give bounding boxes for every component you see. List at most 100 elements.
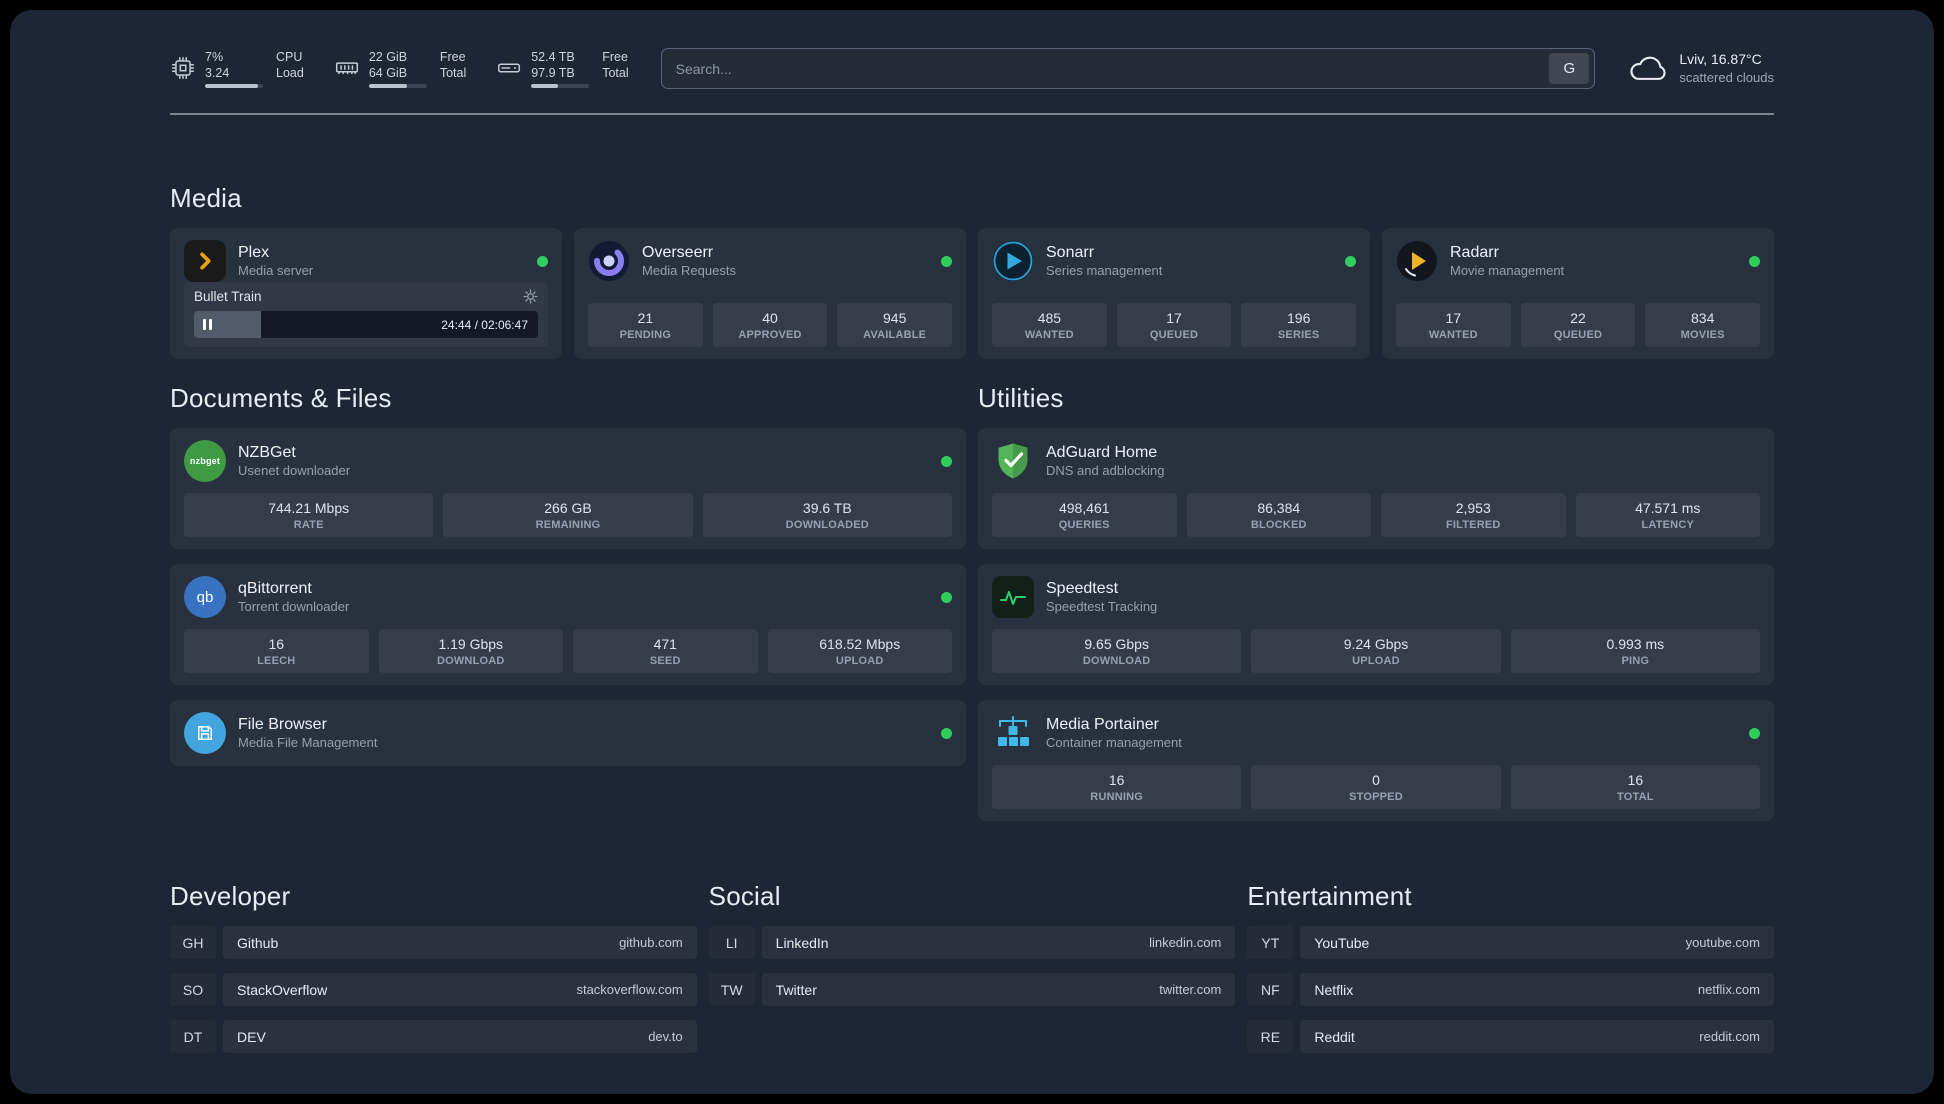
stat-block: 196 SERIES [1241,303,1357,347]
search-input[interactable] [661,60,1550,77]
app-card-portainer[interactable]: Media Portainer Container management 16 … [978,700,1774,821]
status-dot [537,255,548,267]
stats-row: 17 WANTED 22 QUEUED 834 MOVIES [1396,292,1761,347]
app-card-speedtest[interactable]: Speedtest Speedtest Tracking 9.65 Gbps D… [978,564,1774,685]
stat-block: 1.19 Gbps DOWNLOAD [378,629,563,673]
section-title-social: Social [708,881,781,911]
stat-label: QUERIES [1058,519,1110,531]
stat-block: 16 LEECH [184,629,369,673]
stat-value: 40 [762,310,778,326]
bookmark-abbr: DT [170,1020,216,1053]
app-desc: Media server [238,262,314,278]
status-dot [941,255,952,267]
bookmark-domain: youtube.com [1685,935,1760,950]
bookmark-abbr: RE [1247,1020,1293,1053]
memory-values: 22 GiB 64 GiB [368,49,427,89]
app-card-adguard[interactable]: AdGuard Home DNS and adblocking 498,461 … [978,428,1774,549]
stat-block: 2,953 FILTERED [1381,493,1566,537]
pause-icon[interactable] [203,319,212,330]
app-card-qbittorrent[interactable]: qb qBittorrent Torrent downloader 16 LEE… [170,564,966,685]
bookmark-reddit[interactable]: RE Reddit reddit.com [1247,1020,1774,1053]
stat-label: TOTAL [1616,791,1654,803]
stat-label: FILTERED [1445,519,1501,531]
stat-block: 39.6 TB DOWNLOADED [702,493,952,537]
disk-bar [531,84,590,89]
stat-block: 16 TOTAL [1510,765,1760,809]
cloud-icon [1627,53,1669,85]
radarr-icon [1396,240,1438,282]
stats-row: 16 LEECH 1.19 Gbps DOWNLOAD 471 SEED 618… [184,618,952,673]
bookmark-dev[interactable]: DT DEV dev.to [170,1020,697,1053]
app-card-filebrowser[interactable]: File Browser Media File Management [170,700,966,766]
weather-location: Lviv, 16.87°C [1679,51,1762,68]
bookmark-domain: reddit.com [1699,1029,1760,1044]
bookmark-name: DEV [237,1028,266,1045]
bookmark-name: Netflix [1314,981,1354,998]
topbar-divider [170,113,1774,115]
player-progress-bar[interactable]: 24:44 / 02:06:47 [194,311,538,338]
app-card-overseerr[interactable]: Overseerr Media Requests 21 PENDING 40 A… [574,228,966,359]
stats-row: 498,461 QUERIES 86,384 BLOCKED 2,953 FIL… [992,482,1760,537]
bookmark-group-developer: Developer GH Github github.com SO StackO… [170,881,697,1053]
app-card-radarr[interactable]: Radarr Movie management 17 WANTED 22 QUE… [1382,228,1774,359]
section-title-documents: Documents & Files [170,383,392,413]
stat-value: 471 [653,636,677,652]
cpu-icon [170,55,196,81]
stat-block: 16 RUNNING [992,765,1242,809]
app-card-plex[interactable]: Plex Media server Bullet Train 24:44 / 0… [170,228,562,359]
stat-block: 618.52 Mbps UPLOAD [767,629,952,673]
app-card-nzbget[interactable]: nzbget NZBGet Usenet downloader 744.21 M… [170,428,966,549]
stat-label: PING [1621,655,1650,667]
status-dot [1749,255,1760,267]
stat-block: 17 QUEUED [1116,303,1232,347]
cpu-label-bottom: Load [276,66,304,80]
stat-label: QUEUED [1553,329,1603,341]
stat-value: 9.24 Gbps [1343,636,1409,652]
stat-block: 47.571 ms LATENCY [1575,493,1760,537]
search-bar: G [660,48,1596,89]
stats-row: 21 PENDING 40 APPROVED 945 AVAILABLE [588,292,953,347]
app-name: Radarr [1450,243,1499,261]
app-desc: Movie management [1450,262,1565,278]
bookmark-twitter[interactable]: TW Twitter twitter.com [709,973,1236,1006]
search-provider-button[interactable]: G [1549,53,1590,84]
app-name: Plex [238,243,270,261]
cpu-widget: 7% 3.24 CPU Load [170,49,304,89]
filebrowser-icon [184,712,226,754]
stat-value: 39.6 TB [802,500,852,516]
bookmark-group-social: Social LI LinkedIn linkedin.com TW Twitt… [709,881,1236,1006]
stat-label: BLOCKED [1250,519,1307,531]
cpu-labels: CPU Load [276,49,304,82]
topbar: 7% 3.24 CPU Load 22 GiB 64 GiB Free Tota… [170,48,1774,89]
gear-icon[interactable] [523,289,538,304]
memory-total: 64 GiB [368,66,408,80]
nzbget-icon-text: nzbget [189,456,221,466]
bookmark-domain: github.com [619,935,683,950]
stat-label: SERIES [1277,329,1320,341]
stat-block: 9.65 Gbps DOWNLOAD [992,629,1242,673]
app-name: Media Portainer [1046,715,1159,733]
bookmark-netflix[interactable]: NF Netflix netflix.com [1247,973,1774,1006]
stat-label: MOVIES [1680,329,1725,341]
section-utilities: Utilities AdGuard Home DNS and adblockin… [978,383,1774,821]
bookmark-github[interactable]: GH Github github.com [170,926,697,959]
stat-label: DOWNLOADED [785,519,869,531]
stat-label: APPROVED [738,329,802,341]
speedtest-icon [992,576,1034,618]
app-card-sonarr[interactable]: Sonarr Series management 485 WANTED 17 Q… [978,228,1370,359]
disk-widget: 52.4 TB 97.9 TB Free Total [496,49,629,89]
stat-value: 21 [637,310,654,326]
bookmark-stackoverflow[interactable]: SO StackOverflow stackoverflow.com [170,973,697,1006]
bookmark-linkedin[interactable]: LI LinkedIn linkedin.com [709,926,1236,959]
app-name: qBittorrent [238,579,312,597]
stat-value: 2,953 [1455,500,1491,516]
status-dot [1345,255,1356,267]
bookmark-name: Reddit [1314,1028,1355,1045]
stat-label: QUEUED [1149,329,1199,341]
stat-label: AVAILABLE [863,329,927,341]
bookmark-name: YouTube [1314,934,1370,951]
overseerr-icon [588,240,630,282]
app-name: Sonarr [1046,243,1095,261]
bookmark-youtube[interactable]: YT YouTube youtube.com [1247,926,1774,959]
stat-value: 16 [268,636,285,652]
